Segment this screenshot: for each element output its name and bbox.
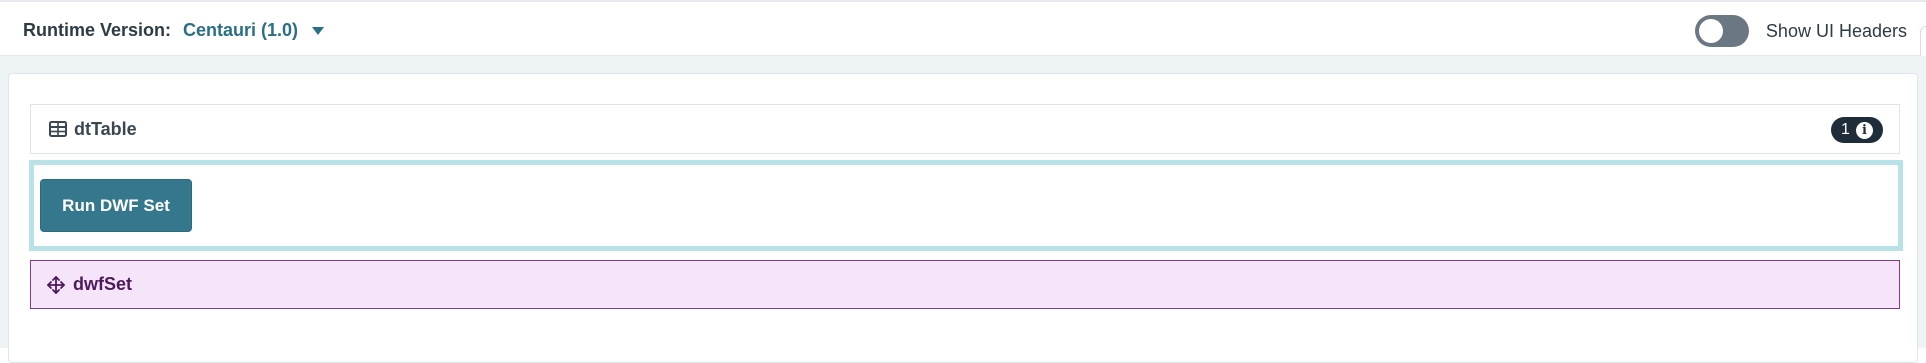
runtime-version-label: Runtime Version: (23, 20, 172, 40)
caret-down-icon[interactable] (312, 26, 325, 35)
table-icon (49, 121, 67, 137)
show-ui-headers-toggle[interactable] (1694, 15, 1749, 47)
info-icon: i (1855, 121, 1873, 139)
move-arrows-icon[interactable] (46, 275, 66, 295)
runtime-version-selector[interactable]: Runtime Version: Centauri (1.0) (23, 20, 325, 41)
workspace-panel: dtTable 1 i Run DWF Set dwfSet (8, 73, 1918, 363)
info-count-badge[interactable]: 1 i (1831, 117, 1883, 143)
dwf-set-title: dwfSet (73, 274, 133, 294)
runtime-version-value[interactable]: Centauri (1.0) (183, 20, 298, 41)
toggle-knob (1698, 19, 1723, 43)
badge-count: 1 (1841, 121, 1850, 138)
dwf-set-component[interactable]: dwfSet (30, 260, 1900, 309)
top-toolbar: Runtime Version: Centauri (1.0) Show UI … (0, 0, 1926, 60)
show-ui-headers-control[interactable]: Show UI Headers (1694, 15, 1907, 47)
dt-table-title: dtTable (74, 118, 137, 139)
run-dwf-set-button[interactable]: Run DWF Set (40, 179, 192, 232)
canvas-area: dtTable 1 i Run DWF Set dwfSet (0, 56, 1926, 363)
dt-table-component[interactable]: dtTable 1 i (30, 104, 1900, 154)
side-panel-tab[interactable] (1920, 26, 1926, 60)
run-dwf-panel: Run DWF Set (29, 160, 1903, 251)
show-ui-headers-label: Show UI Headers (1765, 20, 1907, 41)
